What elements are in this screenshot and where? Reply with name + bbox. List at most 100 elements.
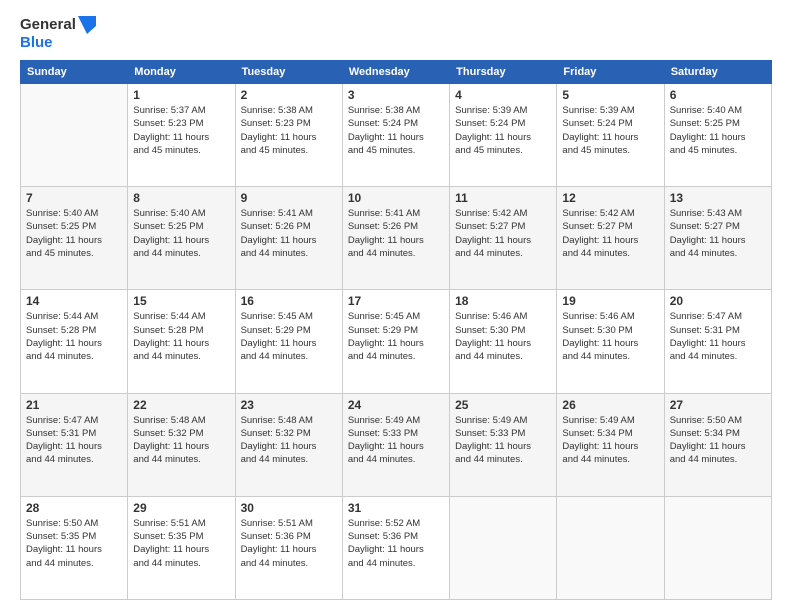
day-number: 28: [26, 501, 122, 515]
col-header-monday: Monday: [128, 61, 235, 84]
calendar-cell: [557, 496, 664, 599]
calendar-cell: 5 Sunrise: 5:39 AM Sunset: 5:24 PM Daylig…: [557, 84, 664, 187]
calendar-cell: [450, 496, 557, 599]
calendar-cell: 9 Sunrise: 5:41 AM Sunset: 5:26 PM Daylig…: [235, 187, 342, 290]
day-number: 10: [348, 191, 444, 205]
day-info: Sunrise: 5:47 AM Sunset: 5:31 PM Dayligh…: [670, 310, 766, 363]
day-info: Sunrise: 5:49 AM Sunset: 5:33 PM Dayligh…: [455, 414, 551, 467]
calendar-cell: 11 Sunrise: 5:42 AM Sunset: 5:27 PM Dayli…: [450, 187, 557, 290]
calendar-cell: 18Sunrise: 5:46 AM Sunset: 5:30 PM Dayli…: [450, 290, 557, 393]
calendar-cell: 24 Sunrise: 5:49 AM Sunset: 5:33 PM Dayli…: [342, 393, 449, 496]
calendar-cell: 10 Sunrise: 5:41 AM Sunset: 5:26 PM Dayli…: [342, 187, 449, 290]
day-info: Sunrise: 5:38 AM Sunset: 5:23 PM Dayligh…: [241, 104, 337, 157]
day-info: Sunrise: 5:46 AM Sunset: 5:30 PM Dayligh…: [562, 310, 658, 363]
day-info: Sunrise: 5:45 AM Sunset: 5:29 PM Dayligh…: [241, 310, 337, 363]
day-number: 30: [241, 501, 337, 515]
day-info: Sunrise: 5:50 AM Sunset: 5:35 PM Dayligh…: [26, 517, 122, 570]
calendar-cell: 2 Sunrise: 5:38 AM Sunset: 5:23 PM Daylig…: [235, 84, 342, 187]
calendar-cell: 20 Sunrise: 5:47 AM Sunset: 5:31 PM Dayli…: [664, 290, 771, 393]
day-number: 14: [26, 294, 122, 308]
day-number: 9: [241, 191, 337, 205]
day-number: 29: [133, 501, 229, 515]
day-info: Sunrise: 5:49 AM Sunset: 5:33 PM Dayligh…: [348, 414, 444, 467]
day-number: 26: [562, 398, 658, 412]
logo-text-general: General: [20, 16, 76, 34]
day-number: 17: [348, 294, 444, 308]
calendar-cell: 12 Sunrise: 5:42 AM Sunset: 5:27 PM Dayli…: [557, 187, 664, 290]
day-number: 31: [348, 501, 444, 515]
day-info: Sunrise: 5:41 AM Sunset: 5:26 PM Dayligh…: [241, 207, 337, 260]
day-info: Sunrise: 5:48 AM Sunset: 5:32 PM Dayligh…: [133, 414, 229, 467]
calendar-cell: 22 Sunrise: 5:48 AM Sunset: 5:32 PM Dayli…: [128, 393, 235, 496]
day-number: 27: [670, 398, 766, 412]
day-number: 13: [670, 191, 766, 205]
day-number: 1: [133, 88, 229, 102]
calendar-cell: 3 Sunrise: 5:38 AM Sunset: 5:24 PM Daylig…: [342, 84, 449, 187]
day-info: Sunrise: 5:40 AM Sunset: 5:25 PM Dayligh…: [133, 207, 229, 260]
col-header-tuesday: Tuesday: [235, 61, 342, 84]
day-info: Sunrise: 5:39 AM Sunset: 5:24 PM Dayligh…: [562, 104, 658, 157]
day-number: 5: [562, 88, 658, 102]
day-info: Sunrise: 5:40 AM Sunset: 5:25 PM Dayligh…: [670, 104, 766, 157]
calendar-cell: 30Sunrise: 5:51 AM Sunset: 5:36 PM Dayli…: [235, 496, 342, 599]
day-number: 18: [455, 294, 551, 308]
calendar-cell: 19 Sunrise: 5:46 AM Sunset: 5:30 PM Dayli…: [557, 290, 664, 393]
day-info: Sunrise: 5:43 AM Sunset: 5:27 PM Dayligh…: [670, 207, 766, 260]
calendar-cell: 8 Sunrise: 5:40 AM Sunset: 5:25 PM Daylig…: [128, 187, 235, 290]
logo: General Blue: [20, 16, 96, 52]
col-header-friday: Friday: [557, 61, 664, 84]
day-number: 3: [348, 88, 444, 102]
calendar-cell: 25Sunrise: 5:49 AM Sunset: 5:33 PM Dayli…: [450, 393, 557, 496]
day-number: 12: [562, 191, 658, 205]
day-info: Sunrise: 5:50 AM Sunset: 5:34 PM Dayligh…: [670, 414, 766, 467]
calendar-cell: 23 Sunrise: 5:48 AM Sunset: 5:32 PM Dayli…: [235, 393, 342, 496]
day-info: Sunrise: 5:52 AM Sunset: 5:36 PM Dayligh…: [348, 517, 444, 570]
col-header-thursday: Thursday: [450, 61, 557, 84]
day-number: 7: [26, 191, 122, 205]
calendar-cell: 16 Sunrise: 5:45 AM Sunset: 5:29 PM Dayli…: [235, 290, 342, 393]
day-number: 16: [241, 294, 337, 308]
day-number: 21: [26, 398, 122, 412]
calendar-cell: 14 Sunrise: 5:44 AM Sunset: 5:28 PM Dayli…: [21, 290, 128, 393]
day-info: Sunrise: 5:44 AM Sunset: 5:28 PM Dayligh…: [133, 310, 229, 363]
calendar-cell: 21 Sunrise: 5:47 AM Sunset: 5:31 PM Dayli…: [21, 393, 128, 496]
day-info: Sunrise: 5:38 AM Sunset: 5:24 PM Dayligh…: [348, 104, 444, 157]
calendar-cell: 29Sunrise: 5:51 AM Sunset: 5:35 PM Dayli…: [128, 496, 235, 599]
day-number: 11: [455, 191, 551, 205]
calendar-cell: 17 Sunrise: 5:45 AM Sunset: 5:29 PM Dayli…: [342, 290, 449, 393]
logo-text-blue: Blue: [20, 34, 96, 52]
day-info: Sunrise: 5:42 AM Sunset: 5:27 PM Dayligh…: [455, 207, 551, 260]
calendar-table: SundayMondayTuesdayWednesdayThursdayFrid…: [20, 60, 772, 600]
col-header-wednesday: Wednesday: [342, 61, 449, 84]
col-header-sunday: Sunday: [21, 61, 128, 84]
day-number: 20: [670, 294, 766, 308]
day-number: 22: [133, 398, 229, 412]
day-info: Sunrise: 5:41 AM Sunset: 5:26 PM Dayligh…: [348, 207, 444, 260]
col-header-saturday: Saturday: [664, 61, 771, 84]
day-number: 24: [348, 398, 444, 412]
calendar-cell: 13 Sunrise: 5:43 AM Sunset: 5:27 PM Dayli…: [664, 187, 771, 290]
day-info: Sunrise: 5:48 AM Sunset: 5:32 PM Dayligh…: [241, 414, 337, 467]
header: General Blue: [20, 16, 772, 52]
calendar-cell: 15Sunrise: 5:44 AM Sunset: 5:28 PM Dayli…: [128, 290, 235, 393]
calendar-cell: 7 Sunrise: 5:40 AM Sunset: 5:25 PM Daylig…: [21, 187, 128, 290]
day-info: Sunrise: 5:44 AM Sunset: 5:28 PM Dayligh…: [26, 310, 122, 363]
day-info: Sunrise: 5:40 AM Sunset: 5:25 PM Dayligh…: [26, 207, 122, 260]
day-number: 4: [455, 88, 551, 102]
logo-arrow-icon: [78, 16, 96, 34]
calendar-cell: [664, 496, 771, 599]
day-info: Sunrise: 5:45 AM Sunset: 5:29 PM Dayligh…: [348, 310, 444, 363]
day-number: 23: [241, 398, 337, 412]
day-info: Sunrise: 5:47 AM Sunset: 5:31 PM Dayligh…: [26, 414, 122, 467]
calendar-cell: 28 Sunrise: 5:50 AM Sunset: 5:35 PM Dayli…: [21, 496, 128, 599]
day-number: 2: [241, 88, 337, 102]
calendar-cell: 1Sunrise: 5:37 AM Sunset: 5:23 PM Daylig…: [128, 84, 235, 187]
day-info: Sunrise: 5:42 AM Sunset: 5:27 PM Dayligh…: [562, 207, 658, 260]
day-number: 19: [562, 294, 658, 308]
day-number: 6: [670, 88, 766, 102]
day-info: Sunrise: 5:49 AM Sunset: 5:34 PM Dayligh…: [562, 414, 658, 467]
day-info: Sunrise: 5:39 AM Sunset: 5:24 PM Dayligh…: [455, 104, 551, 157]
calendar-cell: 4 Sunrise: 5:39 AM Sunset: 5:24 PM Daylig…: [450, 84, 557, 187]
calendar-cell: 6 Sunrise: 5:40 AM Sunset: 5:25 PM Daylig…: [664, 84, 771, 187]
day-number: 8: [133, 191, 229, 205]
